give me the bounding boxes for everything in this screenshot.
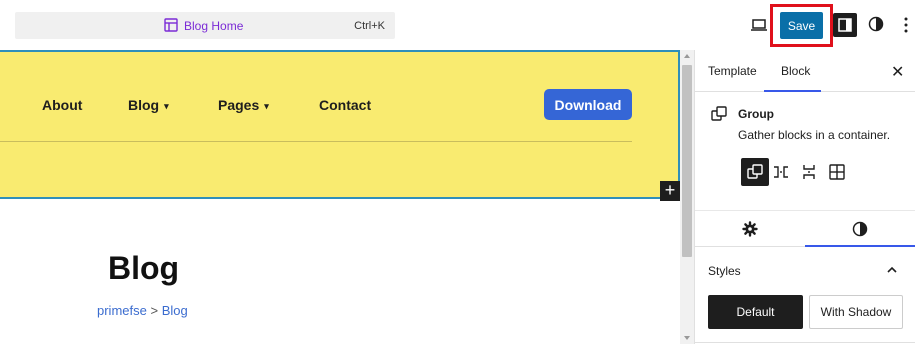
scroll-down-arrow-icon[interactable] <box>684 336 690 340</box>
grid-icon <box>829 164 845 180</box>
style-with-shadow-option[interactable]: With Shadow <box>809 295 903 329</box>
caret-down-icon: ▾ <box>164 101 169 111</box>
active-subtab-indicator <box>805 245 915 247</box>
breadcrumb-site-link[interactable]: primefse <box>97 303 147 318</box>
sidebar-toggle-icon <box>838 18 852 32</box>
styles-panel-title[interactable]: Styles <box>708 264 741 278</box>
breadcrumb-current[interactable]: Blog <box>162 303 188 318</box>
nav-item-pages[interactable]: Pages ▾ <box>218 97 269 113</box>
nav-item-label: Pages <box>218 97 260 113</box>
variation-group-button[interactable] <box>741 158 769 186</box>
block-name: Group <box>738 107 774 121</box>
block-inspector-tabs <box>695 212 915 247</box>
breadcrumb: primefse > Blog <box>97 303 188 318</box>
chevron-up-icon[interactable] <box>887 265 897 275</box>
variation-row-button[interactable] <box>767 158 795 186</box>
row-icon <box>774 166 788 178</box>
close-icon[interactable]: ✕ <box>891 62 904 82</box>
nav-item-label: Blog <box>128 97 160 113</box>
group-icon <box>747 164 763 179</box>
nav-item-about[interactable]: About <box>42 97 82 113</box>
page-title[interactable]: Blog <box>108 250 179 287</box>
block-description: Gather blocks in a container. <box>738 128 891 142</box>
editor-top-bar: Blog Home Ctrl+K Save <box>0 0 915 50</box>
save-button[interactable]: Save <box>780 12 823 39</box>
template-icon <box>164 18 178 32</box>
scroll-up-arrow-icon[interactable] <box>684 54 690 58</box>
nav-item-blog[interactable]: Blog ▾ <box>128 97 169 113</box>
active-tab-indicator <box>764 90 821 92</box>
styles-contrast-icon[interactable] <box>852 221 868 237</box>
keyboard-shortcut: Ctrl+K <box>354 20 385 32</box>
sidebar-tabs: Template Block ✕ <box>695 50 915 92</box>
caret-down-icon: ▾ <box>264 101 269 111</box>
variation-stack-button[interactable] <box>795 158 823 186</box>
settings-gear-icon[interactable] <box>742 221 758 237</box>
tab-template[interactable]: Template <box>708 64 757 78</box>
sidebar-divider <box>695 342 915 343</box>
add-block-button[interactable]: + <box>660 181 680 201</box>
settings-sidebar: Template Block ✕ Group Gather blocks in … <box>694 50 915 344</box>
variation-grid-button[interactable] <box>823 158 851 186</box>
more-options-icon[interactable] <box>904 17 908 33</box>
breadcrumb-separator: > <box>150 303 159 318</box>
tab-block[interactable]: Block <box>781 64 810 78</box>
style-default-option[interactable]: Default <box>708 295 803 329</box>
template-title: Blog Home <box>184 19 244 33</box>
scrollbar-thumb[interactable] <box>682 65 692 257</box>
download-button[interactable]: Download <box>544 89 632 120</box>
block-variations <box>741 158 851 186</box>
sidebar-divider <box>695 210 915 211</box>
styles-contrast-icon[interactable] <box>868 16 884 32</box>
nav-item-contact[interactable]: Contact <box>319 97 371 113</box>
header-separator <box>0 141 632 142</box>
nav-item-label: Contact <box>319 97 372 113</box>
settings-panel-toggle[interactable] <box>833 13 857 37</box>
canvas-scrollbar[interactable] <box>680 50 694 344</box>
group-block-icon <box>711 106 727 121</box>
header-group-block[interactable]: About Blog ▾ Pages ▾ Contact Download + <box>0 50 680 201</box>
nav-item-label: About <box>42 97 83 113</box>
editor-canvas[interactable]: About Blog ▾ Pages ▾ Contact Download + Bl… <box>0 50 680 344</box>
device-preview-icon[interactable] <box>750 17 768 33</box>
command-palette-bar[interactable]: Blog Home Ctrl+K <box>15 12 395 39</box>
stack-icon <box>803 165 815 179</box>
